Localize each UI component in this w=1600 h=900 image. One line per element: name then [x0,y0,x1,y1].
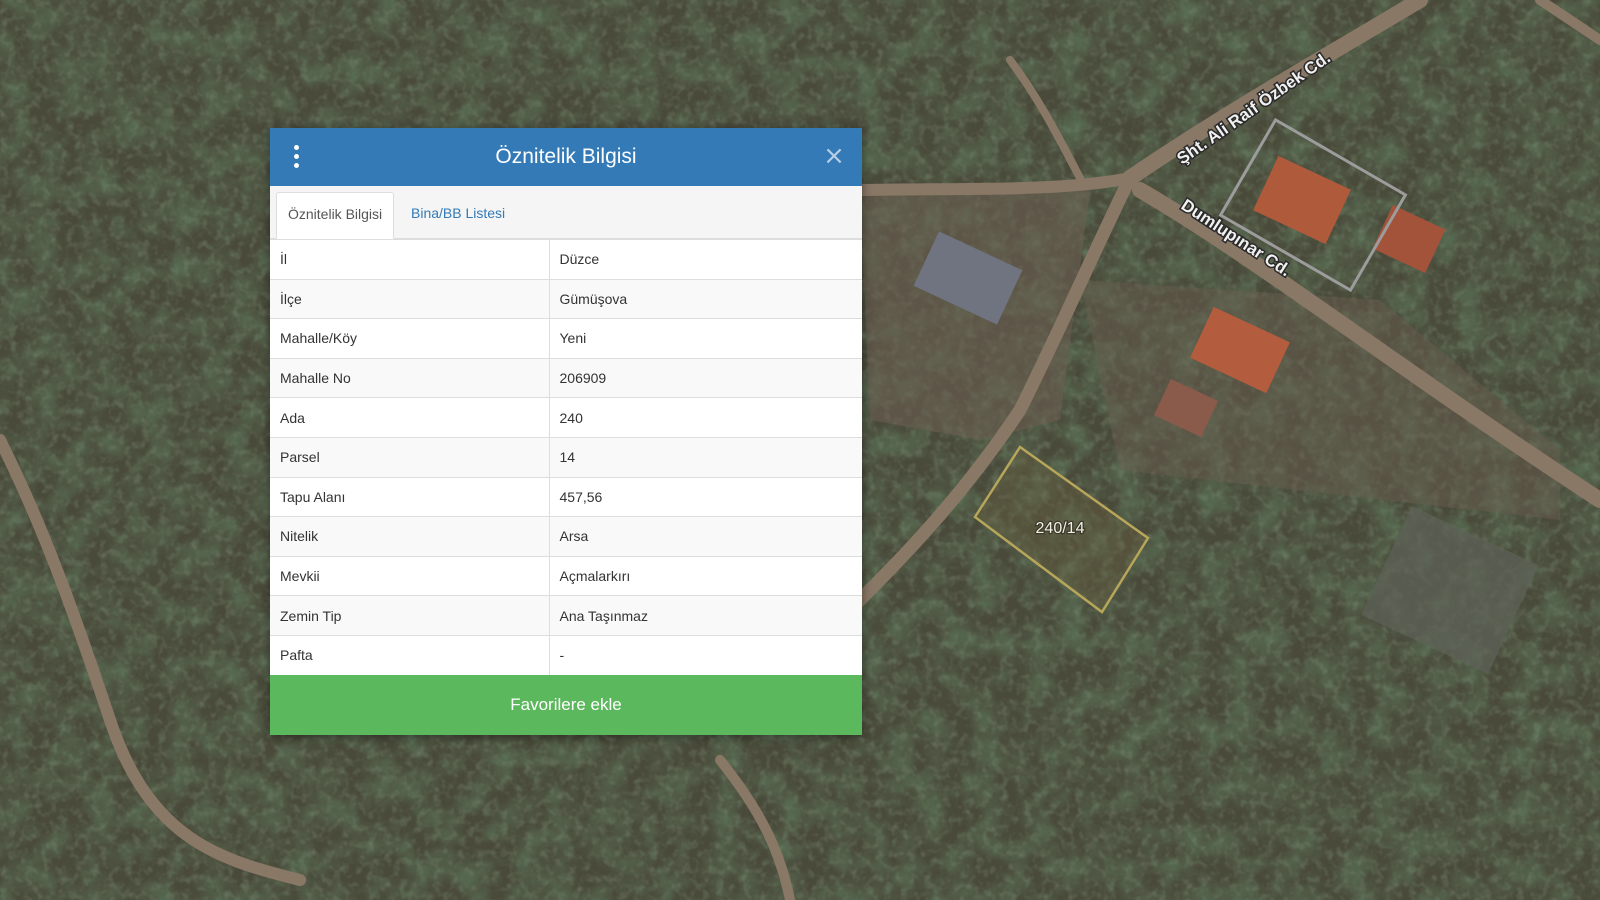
attribute-table: İl Düzce İlçe Gümüşova Mahalle/Köy Yeni … [270,239,862,676]
table-row: İl Düzce [270,239,862,280]
tab-bar: Öznitelik Bilgisi Bina/BB Listesi [270,186,862,239]
table-row: Ada 240 [270,397,862,438]
row-value: 240 [549,397,862,438]
dialog-header: Öznitelik Bilgisi × [270,128,862,186]
row-key: İl [270,239,550,280]
row-value: 457,56 [549,476,862,517]
row-key: Nitelik [270,516,550,557]
row-key: İlçe [270,278,550,319]
row-key: Tapu Alanı [270,476,550,517]
row-key: Mahalle/Köy [270,318,550,359]
table-row: Pafta - [270,634,862,676]
row-value: Arsa [549,516,862,557]
table-row: Nitelik Arsa [270,516,862,557]
row-key: Mevkii [270,555,550,596]
row-value: Düzce [549,239,862,280]
parcel-label: 240/14 [1036,520,1085,537]
table-row: Tapu Alanı 457,56 [270,476,862,517]
row-key: Zemin Tip [270,595,550,636]
tab-attribute-info[interactable]: Öznitelik Bilgisi [276,192,395,239]
row-key: Parsel [270,436,550,478]
dialog-title: Öznitelik Bilgisi [495,145,637,168]
row-value: Yeni [549,318,862,359]
row-value: 14 [549,436,862,478]
close-icon[interactable]: × [822,143,846,169]
add-to-favorites-button[interactable]: Favorilere ekle [270,675,862,736]
row-value: Gümüşova [549,278,862,319]
row-value: - [549,634,862,676]
attribute-info-dialog: Öznitelik Bilgisi × Öznitelik Bilgisi Bi… [270,128,862,736]
table-row: Mahalle/Köy Yeni [270,318,862,359]
table-row: Mevkii Açmalarkırı [270,555,862,596]
row-value: Ana Taşınmaz [549,595,862,636]
table-row: Zemin Tip Ana Taşınmaz [270,595,862,636]
table-row: İlçe Gümüşova [270,278,862,319]
table-row: Mahalle No 206909 [270,357,862,398]
row-key: Ada [270,397,550,438]
row-value: Açmalarkırı [549,555,862,596]
row-key: Mahalle No [270,357,550,398]
row-value: 206909 [549,357,862,398]
table-row: Parsel 14 [270,436,862,478]
row-key: Pafta [270,634,550,676]
tab-building-list[interactable]: Bina/BB Listesi [400,192,516,237]
bare-field [860,190,1090,440]
